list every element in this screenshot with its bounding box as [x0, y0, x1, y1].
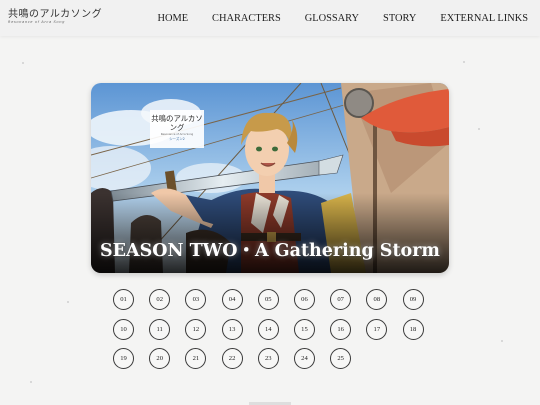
- main-nav: HOME CHARACTERS GLOSSARY STORY EXTERNAL …: [133, 0, 528, 36]
- site-header: 共鳴のアルカソング Resonance of Arca Song HOME CH…: [0, 0, 540, 36]
- nav-external-links[interactable]: EXTERNAL LINKS: [440, 13, 528, 24]
- episode-button[interactable]: 08: [366, 289, 388, 310]
- episode-button[interactable]: 06: [293, 289, 315, 310]
- nav-characters[interactable]: CHARACTERS: [212, 13, 281, 24]
- episode-button[interactable]: 17: [366, 318, 388, 340]
- nav-home[interactable]: HOME: [157, 13, 188, 24]
- episode-button[interactable]: 04: [221, 289, 243, 310]
- episode-button[interactable]: 14: [257, 318, 279, 340]
- episode-button[interactable]: 15: [293, 318, 315, 340]
- episode-button[interactable]: 25: [330, 348, 352, 369]
- background-speck: [478, 128, 480, 130]
- episode-button[interactable]: 18: [402, 318, 424, 340]
- background-speck: [22, 62, 24, 64]
- season-title: SEASON TWO・A Gathering Storm: [100, 241, 440, 261]
- season-logo-badge: 共鳴のアルカソング Resonance of Arca Song シーズン2: [150, 110, 204, 148]
- background-speck: [67, 301, 69, 303]
- episode-button[interactable]: 19: [113, 348, 134, 369]
- episode-button[interactable]: 23: [257, 348, 279, 369]
- episode-button[interactable]: 24: [293, 348, 315, 369]
- episode-button[interactable]: 12: [185, 318, 207, 340]
- background-speck: [501, 340, 503, 342]
- episode-button[interactable]: 02: [149, 289, 171, 310]
- badge-season: シーズン2: [169, 137, 185, 141]
- nav-story[interactable]: STORY: [383, 13, 416, 24]
- background-speck: [30, 381, 32, 383]
- season-banner: 共鳴のアルカソング Resonance of Arca Song シーズン2 S…: [91, 83, 449, 273]
- episode-button[interactable]: 22: [221, 348, 243, 369]
- logo-subtitle: Resonance of Arca Song: [8, 20, 65, 24]
- episode-button[interactable]: 07: [330, 289, 352, 310]
- episode-button[interactable]: 09: [402, 289, 424, 310]
- site-logo[interactable]: 共鳴のアルカソング Resonance of Arca Song: [8, 9, 102, 25]
- logo-title: 共鳴のアルカソング: [8, 9, 103, 20]
- episode-button[interactable]: 05: [257, 289, 279, 310]
- episode-button[interactable]: 10: [113, 318, 134, 340]
- nav-glossary[interactable]: GLOSSARY: [305, 13, 359, 24]
- episode-button[interactable]: 03: [185, 289, 207, 310]
- episode-button[interactable]: 21: [185, 348, 207, 369]
- episode-button[interactable]: 16: [330, 318, 352, 340]
- background-speck: [463, 61, 465, 63]
- episode-button[interactable]: 20: [149, 348, 171, 369]
- episode-button[interactable]: 13: [221, 318, 243, 340]
- badge-title: 共鳴のアルカソング: [151, 114, 203, 132]
- episode-list: 01 02 03 04 05 06 07 08 09 10 11 12 13 1…: [113, 289, 437, 378]
- episode-button[interactable]: 01: [113, 289, 134, 310]
- episode-button[interactable]: 11: [149, 318, 171, 340]
